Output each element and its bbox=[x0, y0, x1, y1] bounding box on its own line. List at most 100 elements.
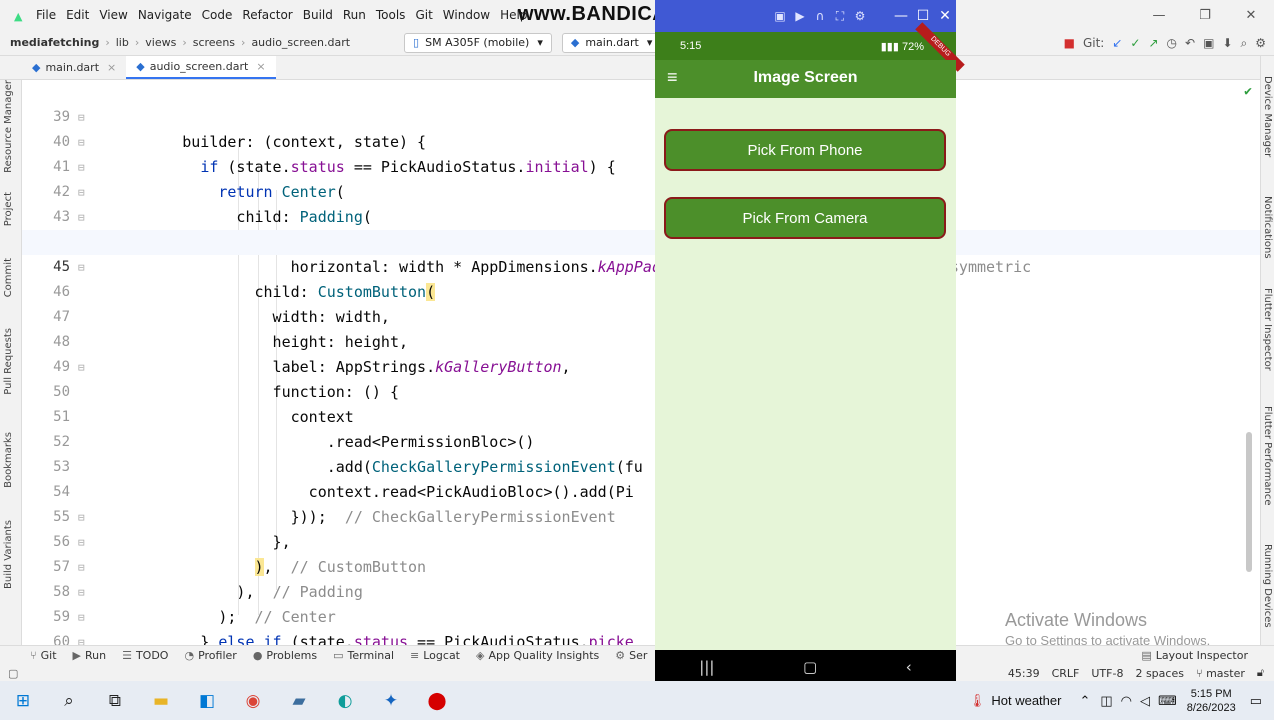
breadcrumb-lib[interactable]: lib bbox=[116, 36, 129, 49]
file-explorer-icon[interactable]: ▬ bbox=[138, 681, 184, 720]
network-icon[interactable]: ◫ bbox=[1100, 693, 1112, 709]
menu-build[interactable]: Build bbox=[303, 8, 333, 22]
menu-edit[interactable]: Edit bbox=[66, 8, 89, 22]
editor-scrollbar[interactable] bbox=[1246, 432, 1252, 572]
git-branch[interactable]: ⑂ master bbox=[1196, 667, 1245, 680]
store-icon[interactable]: ◧ bbox=[184, 681, 230, 720]
video-icon[interactable]: ▶ bbox=[790, 9, 810, 23]
tool-flutter-performance[interactable]: Flutter Performance bbox=[1262, 406, 1273, 506]
vscode-like-app-icon[interactable]: ✦ bbox=[368, 681, 414, 720]
phone-status-icons: ▮▮▮ 72% bbox=[881, 40, 924, 53]
run-config-selector[interactable]: ◆ main.dart ▾ bbox=[561, 32, 662, 53]
tool-build-variants[interactable]: Build Variants bbox=[3, 520, 14, 589]
stop-icon[interactable]: ■ bbox=[1064, 36, 1075, 50]
menu-refactor[interactable]: Refactor bbox=[242, 8, 292, 22]
menu-file[interactable]: File bbox=[36, 8, 56, 22]
notification-center-icon[interactable]: ▭ bbox=[1250, 693, 1262, 709]
breadcrumb-views[interactable]: views bbox=[145, 36, 176, 49]
code-editor[interactable]: 39 ⊟ builder: (context, state) { 40 ⊟ if (… bbox=[22, 80, 1260, 676]
git-push-icon[interactable]: ↗ bbox=[1148, 36, 1158, 50]
tab-main-dart[interactable]: ◆ main.dart × bbox=[22, 56, 126, 79]
recent-apps-icon[interactable]: ||| bbox=[699, 658, 714, 676]
breadcrumb-screens[interactable]: screens bbox=[193, 36, 235, 49]
tool-run[interactable]: ▶ Run bbox=[73, 649, 107, 662]
tool-pull-requests[interactable]: Pull Requests bbox=[3, 328, 14, 395]
minimize-icon[interactable]: — bbox=[1136, 8, 1182, 23]
line-separator[interactable]: CRLF bbox=[1052, 667, 1080, 680]
breadcrumb-file[interactable]: audio_screen.dart bbox=[251, 36, 350, 49]
tool-layout-inspector[interactable]: ▤ Layout Inspector bbox=[1141, 649, 1248, 662]
git-commit-icon[interactable]: ✓ bbox=[1130, 36, 1140, 50]
pick-from-phone-button[interactable]: Pick From Phone bbox=[664, 129, 946, 171]
breadcrumb-project[interactable]: mediafetching bbox=[10, 36, 99, 49]
pick-from-camera-button[interactable]: Pick From Camera bbox=[664, 197, 946, 239]
git-update-icon[interactable]: ↙ bbox=[1112, 36, 1122, 50]
rollback-icon[interactable]: ↶ bbox=[1185, 36, 1195, 50]
weather-label[interactable]: Hot weather bbox=[991, 693, 1061, 708]
close-tab-icon[interactable]: × bbox=[107, 61, 116, 74]
tab-audio-screen-dart[interactable]: ◆ audio_screen.dart × bbox=[126, 56, 276, 79]
close-icon[interactable]: ✕ bbox=[934, 8, 956, 24]
statusbar-square-icon[interactable]: ▢ bbox=[8, 667, 18, 680]
lock-icon[interactable]: 🔓︎ bbox=[1257, 666, 1264, 680]
device-selector[interactable]: ▯ SM A305F (mobile) ▾ bbox=[404, 32, 552, 53]
close-tab-icon[interactable]: × bbox=[256, 60, 265, 73]
menu-git[interactable]: Git bbox=[415, 8, 432, 22]
tool-profiler[interactable]: ◔ Profiler bbox=[184, 649, 236, 662]
tool-resource-manager[interactable]: Resource Manager bbox=[3, 80, 14, 173]
tool-commit[interactable]: Commit bbox=[3, 258, 14, 297]
minimize-icon[interactable]: — bbox=[890, 8, 912, 24]
weather-icon[interactable]: 🌡︎ bbox=[969, 693, 986, 709]
tool-project[interactable]: Project bbox=[3, 192, 14, 226]
indent-setting[interactable]: 2 spaces bbox=[1135, 667, 1184, 680]
chrome-icon[interactable]: ◉ bbox=[230, 681, 276, 720]
wifi-icon[interactable]: ◠ bbox=[1121, 693, 1132, 709]
expand-icon[interactable]: ⛶ bbox=[830, 9, 850, 24]
search-icon[interactable]: ⌕ bbox=[1241, 36, 1248, 51]
task-view-icon[interactable]: ⧉ bbox=[92, 681, 138, 720]
keyboard-icon[interactable]: ⌨ bbox=[1158, 693, 1177, 709]
code-line: 48 label: AppStrings.kGalleryButton, bbox=[22, 305, 1260, 376]
menu-navigate[interactable]: Navigate bbox=[138, 8, 192, 22]
tool-problems[interactable]: ● Problems bbox=[253, 649, 317, 662]
menu-run[interactable]: Run bbox=[343, 8, 366, 22]
maximize-icon[interactable]: ☐ bbox=[912, 8, 934, 24]
restore-icon[interactable]: ❐ bbox=[1182, 8, 1228, 23]
android-studio-app-icon[interactable]: ▰ bbox=[276, 681, 322, 720]
camera-icon[interactable]: ▣ bbox=[770, 9, 790, 23]
tool-bookmarks[interactable]: Bookmarks bbox=[3, 432, 14, 488]
tool-git[interactable]: ⑂ Git bbox=[30, 649, 57, 662]
tool-notifications[interactable]: Notifications bbox=[1262, 196, 1273, 259]
edge-icon[interactable]: ◐ bbox=[322, 681, 368, 720]
headphones-icon[interactable]: ∩ bbox=[810, 9, 830, 23]
cursor-position[interactable]: 45:39 bbox=[1008, 667, 1040, 680]
gear-icon[interactable]: ⚙ bbox=[850, 9, 870, 23]
menu-view[interactable]: View bbox=[99, 8, 127, 22]
menu-window[interactable]: Window bbox=[443, 8, 490, 22]
history-icon[interactable]: ◷ bbox=[1167, 36, 1177, 50]
volume-icon[interactable]: ◁ bbox=[1140, 693, 1150, 709]
close-icon[interactable]: ✕ bbox=[1228, 8, 1274, 23]
chevron-up-icon[interactable]: ⌃ bbox=[1079, 693, 1090, 709]
back-icon[interactable]: ‹ bbox=[906, 658, 912, 676]
bandicam-record-icon[interactable]: ⬤ bbox=[414, 681, 460, 720]
windows-start-icon[interactable]: ⊞ bbox=[0, 681, 46, 720]
tool-services[interactable]: ⚙ Ser bbox=[615, 649, 647, 662]
home-icon[interactable]: ▢ bbox=[803, 658, 817, 676]
app-bar: ≡ Image Screen bbox=[655, 60, 956, 98]
tool-app-quality-insights[interactable]: ◈ App Quality Insights bbox=[476, 649, 599, 662]
file-encoding[interactable]: UTF-8 bbox=[1091, 667, 1123, 680]
tool-logcat[interactable]: ≡ Logcat bbox=[410, 649, 460, 662]
search-icon[interactable]: ⌕ bbox=[46, 681, 92, 720]
menu-code[interactable]: Code bbox=[202, 8, 233, 22]
menu-tools[interactable]: Tools bbox=[376, 8, 406, 22]
device-mirror-icon[interactable]: ▣ bbox=[1203, 36, 1214, 50]
sdk-manager-icon[interactable]: ⬇ bbox=[1222, 36, 1232, 50]
clock[interactable]: 5:15 PM 8/26/2023 bbox=[1187, 687, 1236, 715]
tool-todo[interactable]: ☰ TODO bbox=[122, 649, 168, 662]
settings-icon[interactable]: ⚙ bbox=[1255, 36, 1266, 50]
tool-running-devices[interactable]: Running Devices bbox=[1262, 544, 1273, 628]
tool-device-manager[interactable]: Device Manager bbox=[1262, 76, 1273, 157]
tool-flutter-inspector[interactable]: Flutter Inspector bbox=[1262, 288, 1273, 371]
tool-terminal[interactable]: ▭ Terminal bbox=[333, 649, 394, 662]
